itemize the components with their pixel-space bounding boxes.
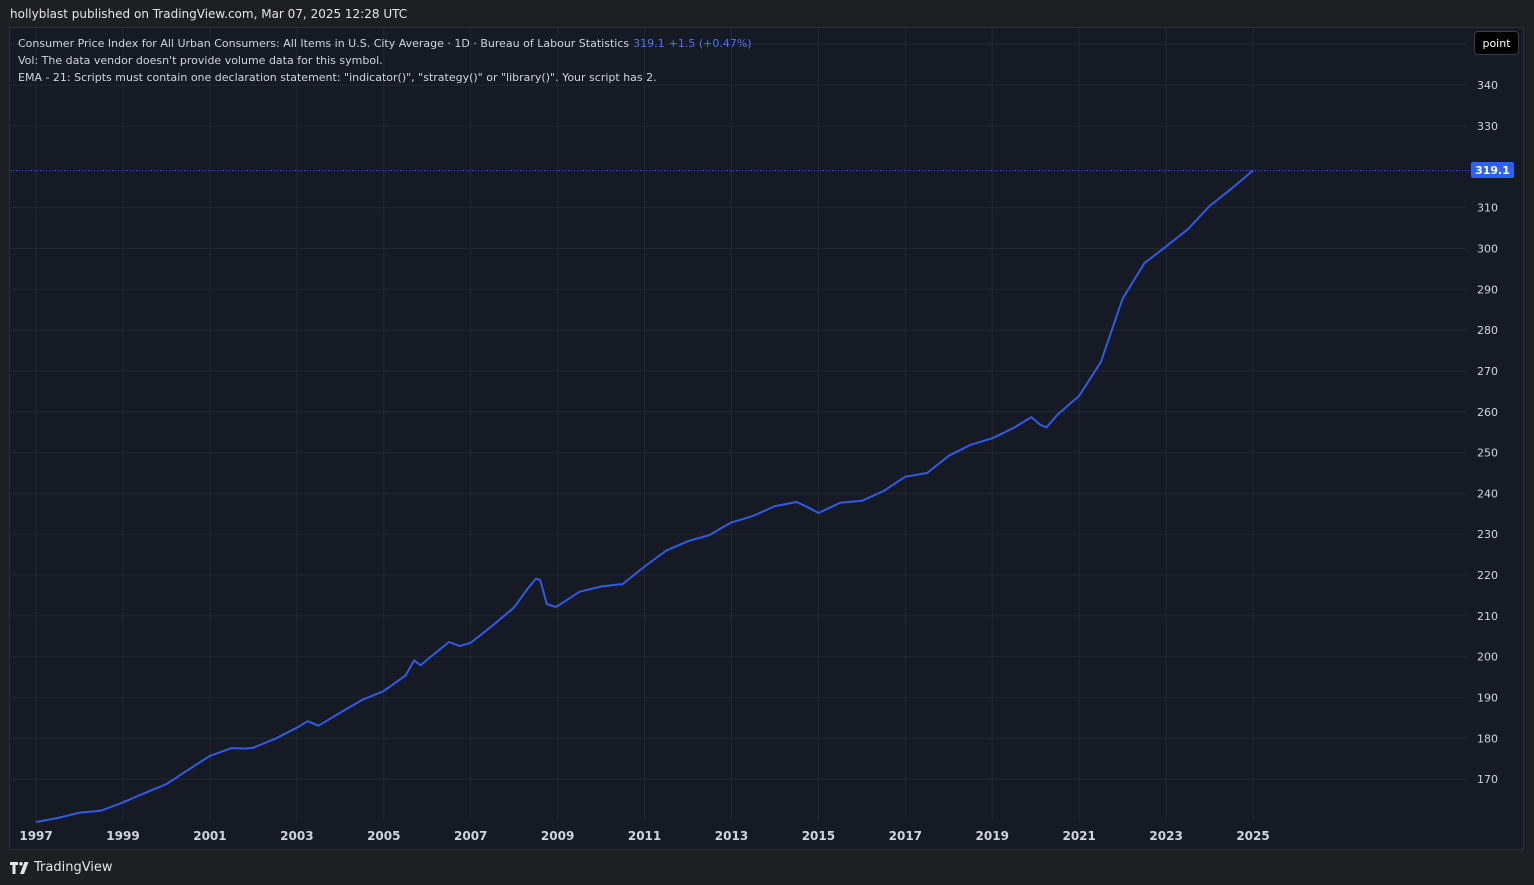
x-tick-label: 2017 xyxy=(889,829,922,843)
y-tick-label: 300 xyxy=(1477,242,1498,255)
ema-legend-row[interactable]: EMA - 21: Scripts must contain one decla… xyxy=(18,69,752,86)
x-tick-label: 2007 xyxy=(454,829,487,843)
volume-legend-row[interactable]: Vol: The data vendor doesn't provide vol… xyxy=(18,52,752,69)
y-tick-label: 250 xyxy=(1477,447,1498,460)
y-tick-label: 290 xyxy=(1477,283,1498,296)
x-tick-label: 2025 xyxy=(1236,829,1269,843)
y-tick-label: 280 xyxy=(1477,324,1498,337)
x-tick-label: 2001 xyxy=(193,829,226,843)
x-tick-label: 1999 xyxy=(106,829,139,843)
last-value: 319.1 xyxy=(633,37,665,50)
y-tick-label: 210 xyxy=(1477,610,1498,623)
symbol-legend-row[interactable]: Consumer Price Index for All Urban Consu… xyxy=(18,35,752,52)
symbol-title: Consumer Price Index for All Urban Consu… xyxy=(18,37,630,50)
y-tick-label: 170 xyxy=(1477,773,1498,786)
x-tick-label: 2013 xyxy=(715,829,748,843)
y-tick-label: 340 xyxy=(1477,79,1498,92)
y-tick-label: 230 xyxy=(1477,528,1498,541)
x-tick-label: 2005 xyxy=(367,829,400,843)
last-price-tag: 319.1 xyxy=(1471,162,1514,179)
y-tick-label: 240 xyxy=(1477,487,1498,500)
x-tick-label: 1997 xyxy=(19,829,52,843)
x-tick-label: 2009 xyxy=(541,829,574,843)
y-tick-label: 310 xyxy=(1477,202,1498,215)
chart-legend: Consumer Price Index for All Urban Consu… xyxy=(18,35,752,86)
x-tick-label: 2019 xyxy=(976,829,1009,843)
y-tick-label: 220 xyxy=(1477,569,1498,582)
cpi-line-chart[interactable]: 170 180 190 200 210 220 230 240 250 260 270 280 290 3… xyxy=(0,0,1534,885)
x-tick-label: 2015 xyxy=(802,829,835,843)
y-tick-label: 330 xyxy=(1477,120,1498,133)
tradingview-logo-text: TradingView xyxy=(34,860,113,875)
tradingview-logo-icon xyxy=(10,861,29,874)
x-tick-label: 2021 xyxy=(1062,829,1095,843)
y-tick-label: 180 xyxy=(1477,732,1498,745)
tradingview-logo[interactable]: TradingView xyxy=(10,860,113,875)
y-tick-label: 270 xyxy=(1477,365,1498,378)
y-tick-label: 260 xyxy=(1477,406,1498,419)
bottom-bar xyxy=(0,851,1534,885)
y-tick-label: 200 xyxy=(1477,651,1498,664)
x-tick-label: 2023 xyxy=(1149,829,1182,843)
x-tick-label: 2011 xyxy=(628,829,661,843)
x-tick-label: 2003 xyxy=(280,829,313,843)
y-tick-label: 190 xyxy=(1477,692,1498,705)
point-button[interactable]: point xyxy=(1474,31,1519,55)
price-change: +1.5 (+0.47%) xyxy=(668,37,752,50)
